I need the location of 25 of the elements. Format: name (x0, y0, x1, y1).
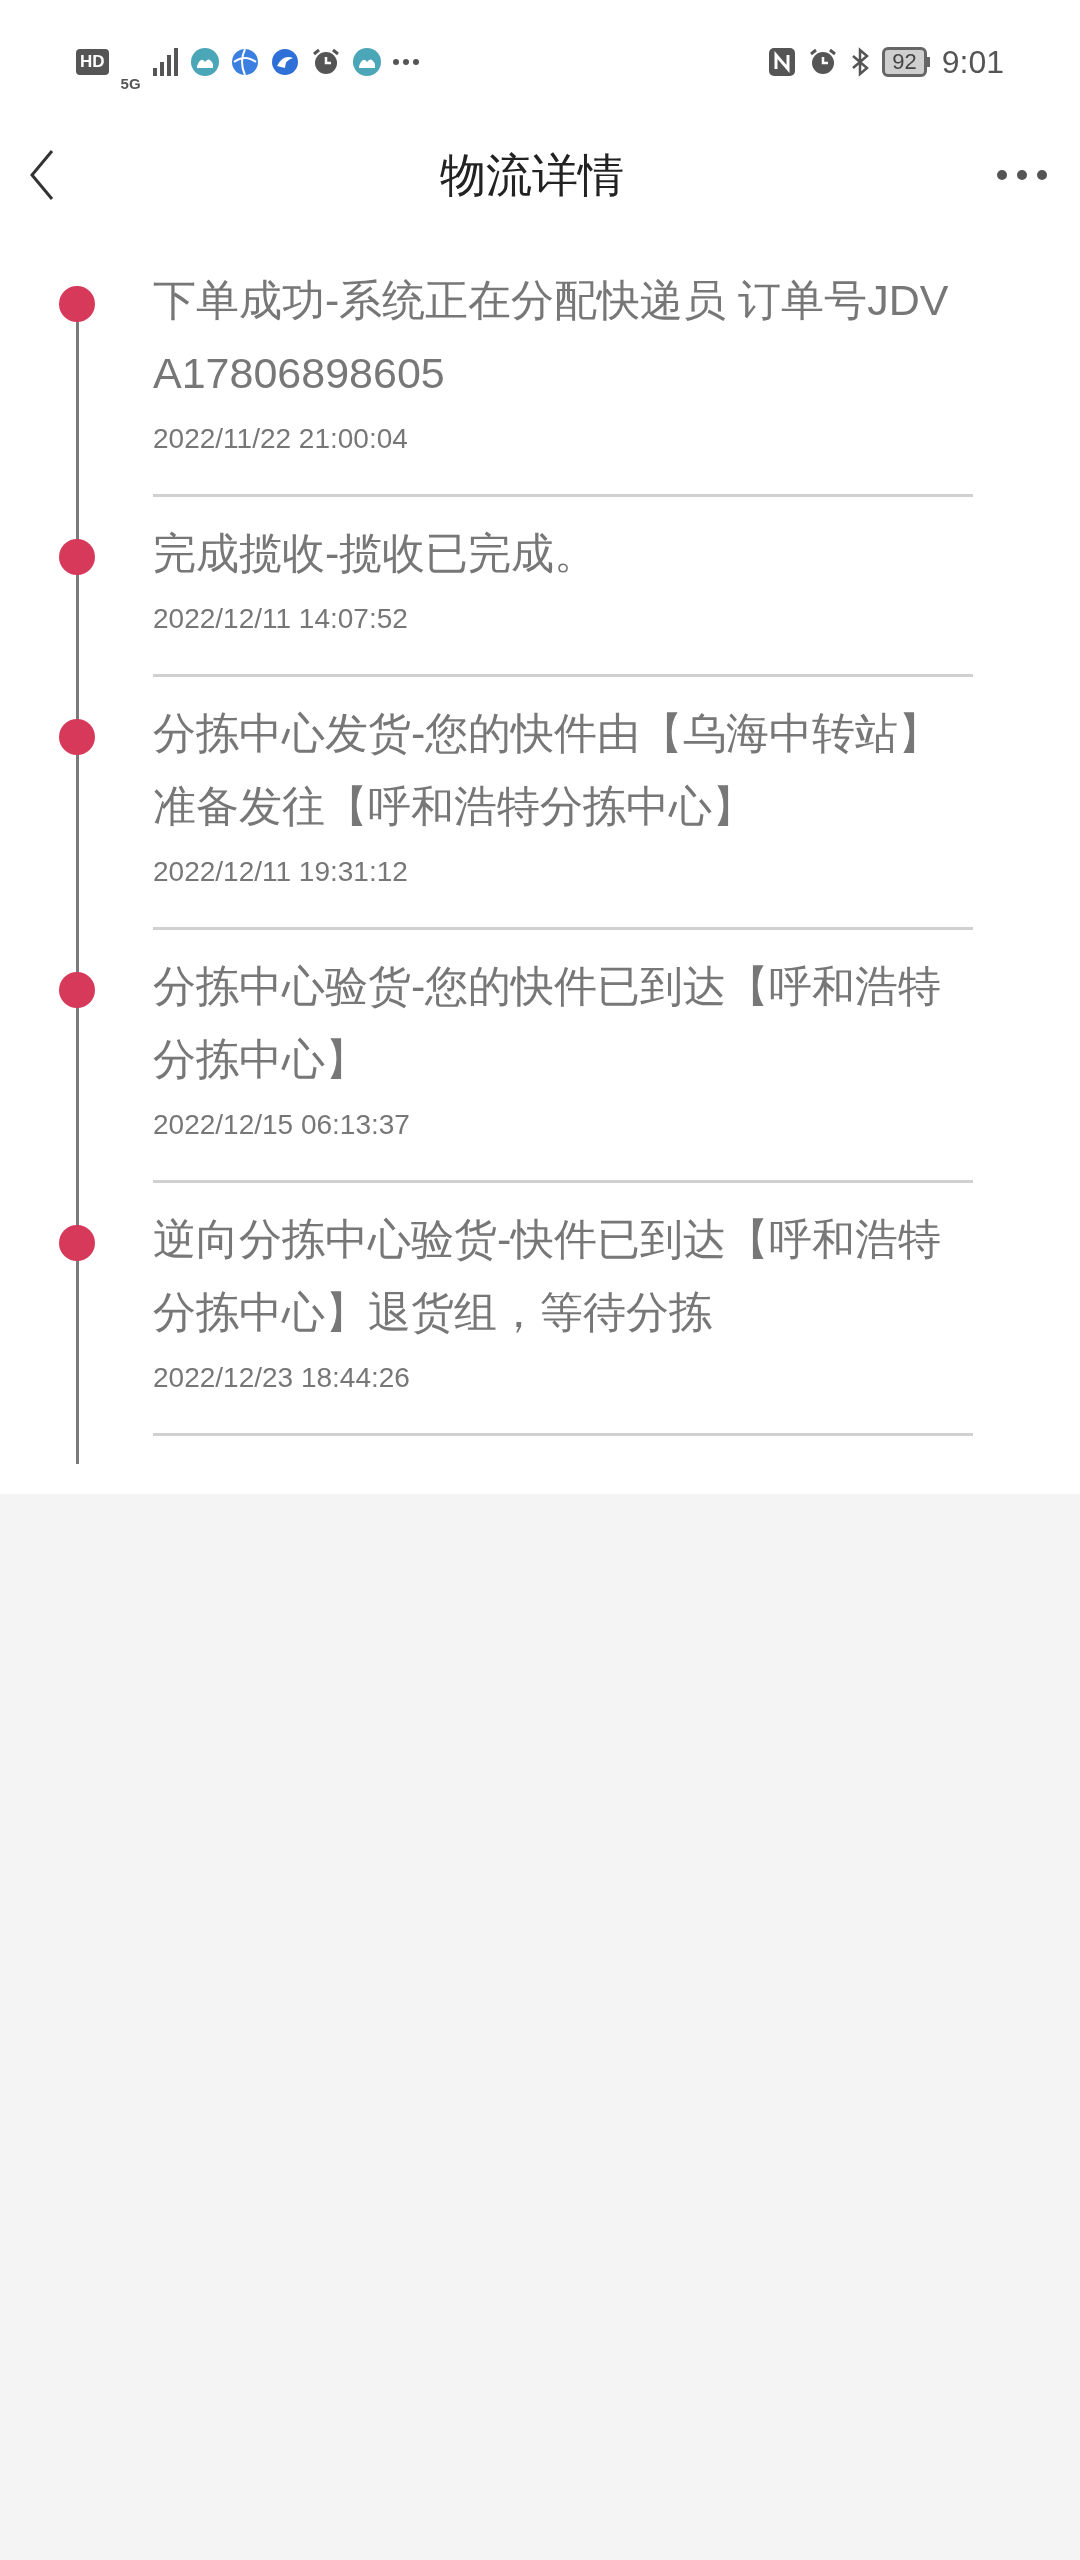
event-description: 完成揽收-揽收已完成。 (153, 528, 599, 579)
alarm-icon (808, 47, 839, 77)
signal-icon (152, 48, 179, 76)
network-label: 5G (120, 75, 141, 91)
alarm-icon (310, 47, 341, 77)
event-time: 2022/12/15 06:13:37 (153, 1108, 411, 1142)
more-notifications-icon (392, 59, 419, 65)
clock-time: 9:01 (941, 43, 1004, 82)
back-icon (30, 149, 54, 201)
globe-app-icon (230, 48, 259, 76)
event-time: 2022/12/23 18:44:26 (153, 1361, 411, 1395)
nfc-icon (768, 47, 797, 77)
bluetooth-icon (850, 47, 871, 77)
event-time: 2022/12/11 14:07:52 (153, 602, 409, 636)
more-icon (997, 170, 1047, 180)
event-time: 2022/12/11 19:31:12 (153, 855, 409, 889)
battery-indicator: 92 (882, 47, 927, 77)
hd-badge: HD (76, 49, 109, 75)
event-description: 分拣中心验货-您的快件已到达【呼和浩特分拣中心】 (153, 961, 943, 1085)
event-time: 2022/11/22 21:00:04 (153, 422, 409, 456)
event-description: 逆向分拣中心验货-快件已到达【呼和浩特分拣中心】退货组，等待分拣 (153, 1214, 943, 1338)
page-title: 物流详情 (440, 147, 624, 203)
wave-app-icon (270, 48, 299, 76)
event-description: 下单成功-系统正在分配快递员 订单号JDVA17806898605 (153, 275, 950, 399)
event-description: 分拣中心发货-您的快件由【乌海中转站】准备发往【呼和浩特分拣中心】 (153, 708, 943, 832)
